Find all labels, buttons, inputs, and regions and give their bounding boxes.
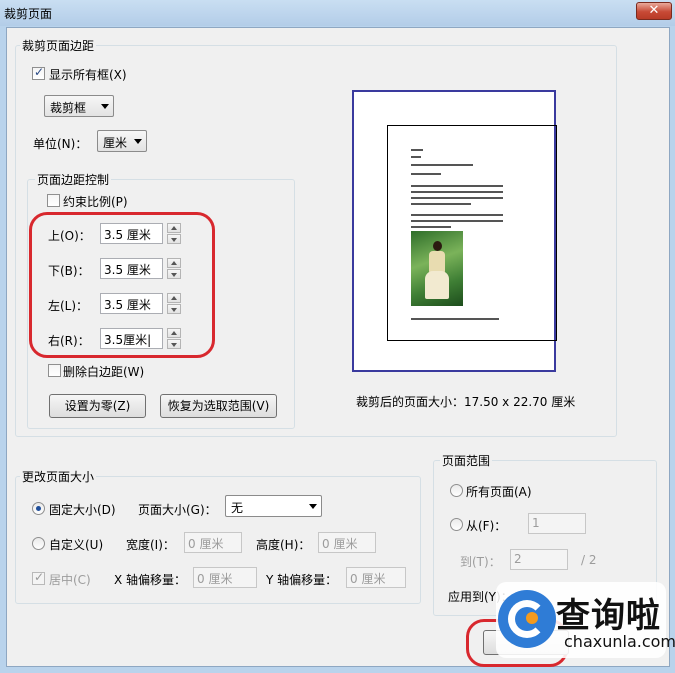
chevron-down-icon xyxy=(101,104,109,109)
watermark-logo-icon xyxy=(498,590,556,648)
to-label: 到(T)： xyxy=(460,555,501,569)
preview-text-line xyxy=(411,203,471,205)
to-page-input[interactable]: 2 xyxy=(510,549,568,570)
crop-box-outline xyxy=(387,125,557,341)
dialog-title: 裁剪页面 xyxy=(4,7,53,21)
center-checkbox[interactable] xyxy=(32,570,45,585)
all-pages-label: 所有页面(A) xyxy=(466,485,532,499)
page-size-select[interactable]: 无 xyxy=(225,495,322,517)
title-bar: 裁剪页面 ✕ xyxy=(0,0,675,26)
page-preview xyxy=(352,90,557,372)
set-to-zero-button[interactable]: 设置为零(Z) xyxy=(49,394,146,418)
preview-text-line xyxy=(411,197,503,199)
height-label: 高度(H)： xyxy=(256,538,311,552)
unit-label: 单位(N)： xyxy=(33,137,88,151)
chevron-down-icon xyxy=(134,139,142,144)
show-all-boxes-checkbox[interactable] xyxy=(32,65,45,80)
preview-text-line xyxy=(411,191,503,193)
x-offset-label: X 轴偏移量： xyxy=(114,573,187,587)
y-offset-label: Y 轴偏移量： xyxy=(266,573,338,587)
from-label: 从(F)： xyxy=(466,519,507,533)
preview-text-line xyxy=(411,185,503,187)
box-type-value: 裁剪框 xyxy=(50,101,87,115)
page-size-label: 页面大小(G)： xyxy=(138,503,217,517)
dialog-body: 裁剪页面边距 显示所有框(X) 裁剪框 单位(N)： 厘米 页面边距控制 约束比… xyxy=(6,27,670,667)
fixed-size-label: 固定大小(D) xyxy=(49,503,116,517)
custom-size-radio[interactable] xyxy=(32,537,45,550)
from-page-input[interactable]: 1 xyxy=(528,513,586,534)
close-icon: ✕ xyxy=(648,3,660,18)
cropped-page-size: 裁剪后的页面大小：17.50 x 22.70 厘米 xyxy=(356,395,576,409)
width-label: 宽度(I)： xyxy=(126,538,175,552)
preview-text-line xyxy=(411,149,423,151)
preview-text-line xyxy=(411,156,421,158)
x-offset-input[interactable]: 0 厘米 xyxy=(193,567,257,588)
preview-photo xyxy=(411,231,463,306)
constrain-ratio-checkbox[interactable] xyxy=(47,194,60,207)
show-all-boxes-label: 显示所有框(X) xyxy=(49,68,127,82)
change-page-size-group-title: 更改页面大小 xyxy=(20,468,97,485)
unit-select[interactable]: 厘米 xyxy=(97,130,147,152)
close-button[interactable]: ✕ xyxy=(636,2,672,20)
watermark: 查询啦 chaxunla.com xyxy=(496,582,675,658)
box-type-select[interactable]: 裁剪框 xyxy=(44,95,114,117)
page-range-group-title: 页面范围 xyxy=(440,452,493,469)
preview-text-line xyxy=(411,214,503,216)
watermark-url: chaxunla.com xyxy=(564,632,675,651)
preview-text-line xyxy=(411,226,451,228)
y-offset-input[interactable]: 0 厘米 xyxy=(346,567,406,588)
crop-pages-dialog: 裁剪页面 ✕ 裁剪页面边距 显示所有框(X) 裁剪框 单位(N)： 厘米 页面边… xyxy=(0,0,675,673)
height-input[interactable]: 0 厘米 xyxy=(318,532,376,553)
remove-white-margins-checkbox[interactable] xyxy=(48,364,61,377)
watermark-text: 查询啦 xyxy=(556,596,661,636)
custom-size-label: 自定义(U) xyxy=(49,538,104,552)
preview-text-line xyxy=(411,164,473,166)
preview-text-line xyxy=(411,173,441,175)
crop-margins-group-title: 裁剪页面边距 xyxy=(20,37,97,54)
fixed-size-radio[interactable] xyxy=(32,502,45,515)
all-pages-radio[interactable] xyxy=(450,484,463,497)
width-input[interactable]: 0 厘米 xyxy=(184,532,242,553)
margin-control-group-title: 页面边距控制 xyxy=(35,171,112,188)
remove-white-margins-label: 删除白边距(W) xyxy=(63,365,145,379)
constrain-ratio-label: 约束比例(P) xyxy=(63,195,128,209)
preview-text-line xyxy=(411,220,503,222)
unit-value: 厘米 xyxy=(103,136,128,150)
revert-to-selection-button[interactable]: 恢复为选取范围(V) xyxy=(160,394,277,418)
highlight-annotation xyxy=(29,212,215,358)
page-total-label: / 2 xyxy=(581,553,597,567)
page-size-value: 无 xyxy=(231,501,244,515)
preview-text-line xyxy=(411,318,499,320)
chevron-down-icon xyxy=(309,504,317,509)
center-label: 居中(C) xyxy=(49,573,91,587)
from-radio[interactable] xyxy=(450,518,463,531)
